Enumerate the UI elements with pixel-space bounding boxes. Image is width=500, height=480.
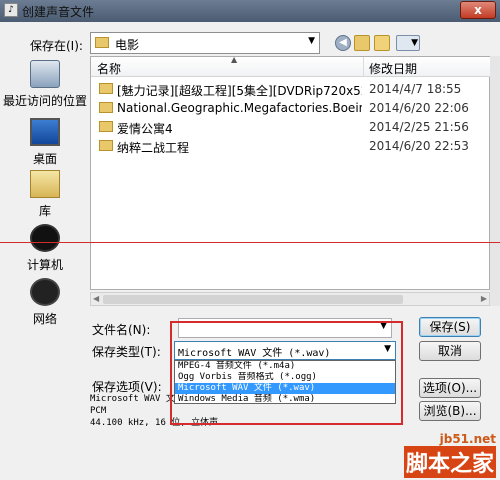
back-button[interactable]: ◀	[335, 35, 351, 51]
watermark-site: jb51.net	[439, 432, 496, 446]
place-recent[interactable]: 最近访问的位置	[0, 60, 90, 109]
item-name: National.Geographic.Megafactories.Boeing…	[117, 101, 362, 115]
item-name: 纳粹二战工程	[117, 141, 190, 155]
column-date[interactable]: 修改日期	[369, 60, 417, 77]
folder-icon	[99, 121, 113, 132]
list-item[interactable]: 爱情公寓4 2014/2/25 21:56	[91, 117, 491, 137]
list-item[interactable]: 纳粹二战工程 2014/6/20 22:53	[91, 136, 491, 156]
folder-icon	[99, 102, 113, 113]
watermark: jb51.net 脚本之家	[403, 432, 496, 478]
horizontal-scrollbar[interactable]: ◀ ▶	[90, 292, 490, 306]
view-menu-button[interactable]: ▼	[396, 35, 420, 51]
list-item[interactable]: [魅力记录][超级工程][5集全][DVDRip720x528][4... 20…	[91, 79, 491, 99]
watermark-brand: 脚本之家	[403, 446, 496, 478]
item-name: 爱情公寓4	[117, 122, 173, 136]
annotation-highlight-box	[170, 321, 403, 425]
window-title: 创建声音文件	[22, 5, 95, 19]
close-button[interactable]: x	[460, 1, 496, 19]
place-desktop[interactable]: 桌面	[0, 118, 90, 167]
computer-icon	[30, 224, 60, 252]
folder-icon	[99, 140, 113, 151]
place-library[interactable]: 库	[0, 170, 90, 219]
folder-icon	[99, 83, 113, 94]
options-button[interactable]: 选项(O)...	[419, 378, 481, 398]
title-bar: ♪ 创建声音文件 x	[0, 0, 500, 22]
savein-label: 保存在(I):	[30, 39, 83, 53]
up-folder-button[interactable]	[354, 35, 370, 51]
place-label: 最近访问的位置	[2, 94, 87, 108]
save-sound-dialog: ♪ 创建声音文件 x 保存在(I): 电影 ▼ ◀ ▼ 最近访问的位置 桌面 库…	[0, 0, 500, 480]
item-date: 2014/2/25 21:56	[369, 120, 469, 134]
item-date: 2014/6/20 22:53	[369, 139, 469, 153]
place-label: 库	[38, 204, 51, 218]
new-folder-button[interactable]	[374, 35, 390, 51]
column-divider[interactable]	[363, 57, 364, 77]
place-label: 桌面	[32, 152, 57, 166]
cancel-button[interactable]: 取消	[419, 341, 481, 361]
folder-icon	[95, 37, 109, 48]
places-bar: 最近访问的位置 桌面 库 计算机 网络	[0, 56, 90, 346]
scroll-right-icon[interactable]: ▶	[481, 294, 487, 303]
right-edge	[490, 56, 500, 306]
app-icon: ♪	[4, 3, 18, 17]
save-button[interactable]: 保存(S)	[419, 317, 481, 337]
place-label: 网络	[32, 312, 57, 326]
file-list[interactable]: ▲ 名称 修改日期 [魅力记录][超级工程][5集全][DVDRip720x5 2…	[90, 55, 491, 290]
recent-places-icon	[30, 60, 60, 88]
savetype-label: 保存类型(T):	[92, 345, 161, 359]
column-name[interactable]: 名称	[97, 60, 357, 77]
network-icon	[30, 278, 60, 306]
item-date: 2014/6/20 22:06	[369, 101, 469, 115]
annotation-line	[0, 242, 500, 243]
place-computer[interactable]: 计算机	[0, 224, 90, 273]
chevron-down-icon: ▼	[308, 36, 315, 46]
scroll-thumb[interactable]	[103, 295, 403, 304]
browse-button[interactable]: 浏览(B)...	[419, 401, 481, 421]
place-network[interactable]: 网络	[0, 278, 90, 327]
filename-label: 文件名(N):	[92, 323, 151, 337]
item-date: 2014/4/7 18:55	[369, 82, 462, 96]
list-item[interactable]: National.Geographic.Megafactories.Boeing…	[91, 98, 491, 118]
library-icon	[30, 170, 60, 198]
item-name: [魅力记录][超级工程][5集全][DVDRip720x528][4...	[117, 84, 362, 98]
place-label: 计算机	[26, 258, 63, 272]
desktop-icon	[30, 118, 60, 146]
savein-combo[interactable]: 电影 ▼	[90, 32, 320, 54]
scroll-left-icon[interactable]: ◀	[93, 294, 99, 303]
savein-folder: 电影	[115, 38, 140, 52]
file-list-header: ▲ 名称 修改日期	[91, 55, 491, 77]
